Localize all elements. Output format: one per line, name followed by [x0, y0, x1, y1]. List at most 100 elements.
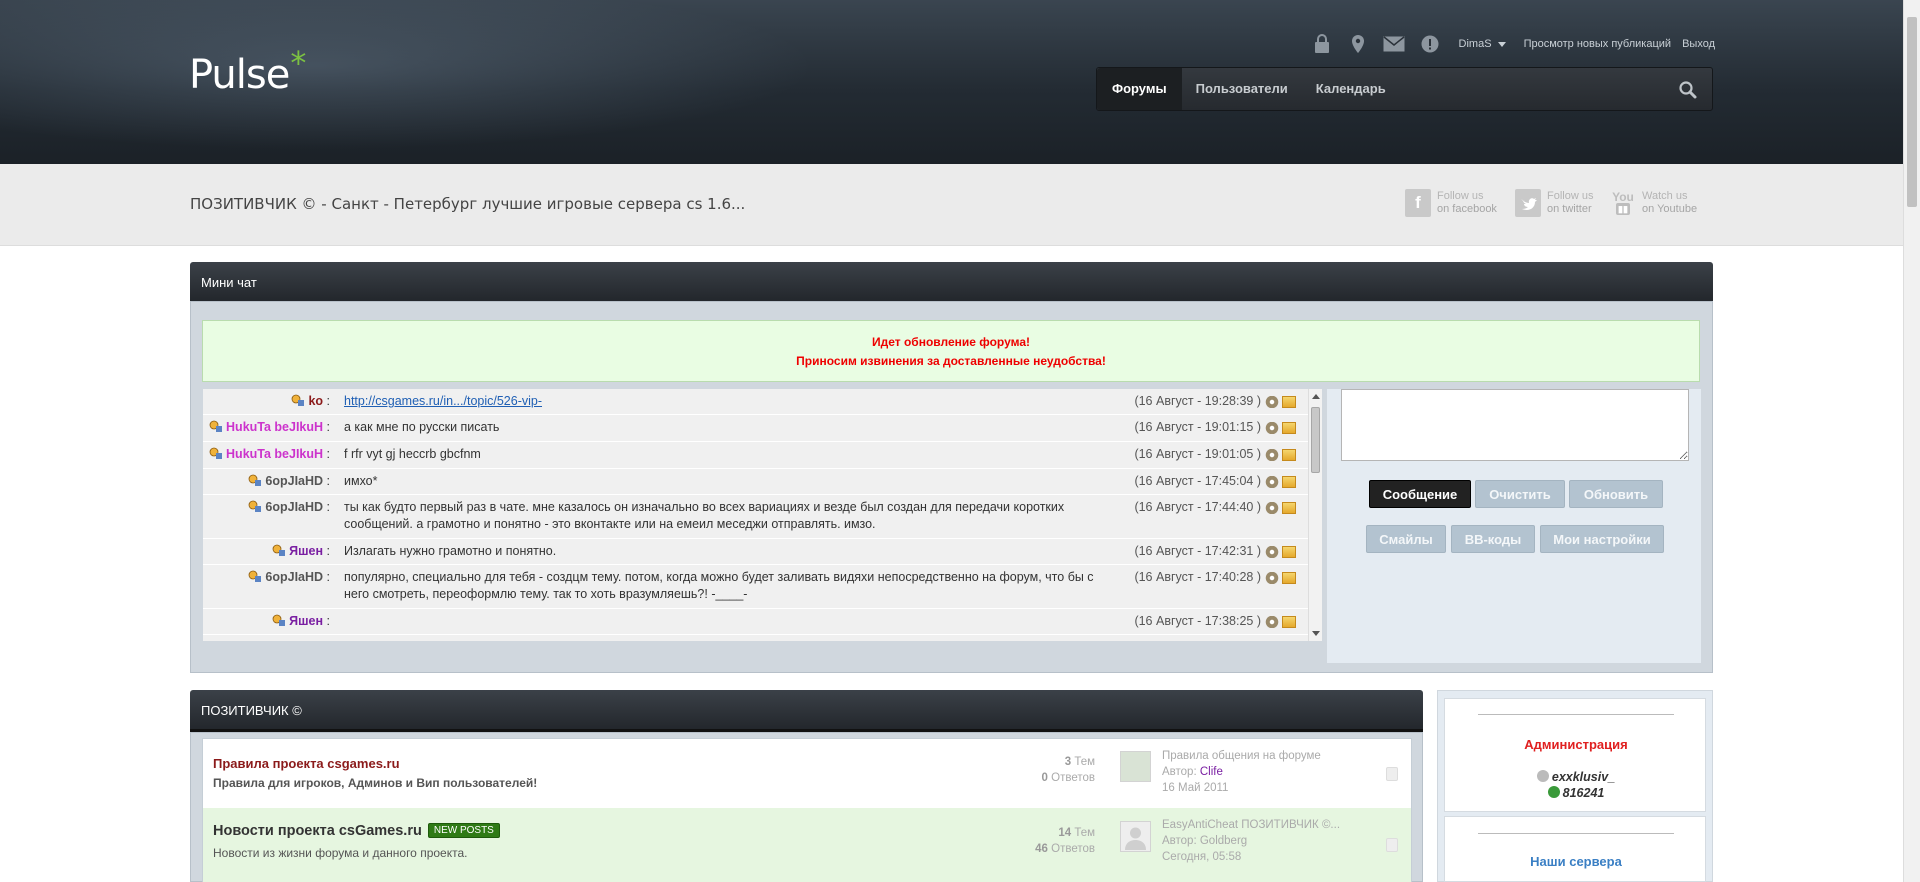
gear-icon[interactable] [1265, 449, 1279, 461]
envelope-icon[interactable] [1282, 546, 1296, 558]
chat-scrollbar[interactable] [1308, 389, 1322, 641]
author-name: Яшен [289, 544, 324, 558]
message-time: (16 Август - 17:40:28 ) [1134, 570, 1261, 584]
page-scroll-thumb[interactable] [1907, 17, 1917, 207]
separator: : [323, 420, 330, 434]
last-post-author[interactable]: Clife [1200, 766, 1223, 778]
tab-users[interactable]: Пользователи [1182, 68, 1302, 110]
go-to-last-post-icon[interactable] [1386, 838, 1398, 852]
tab-forums[interactable]: Форумы [1097, 68, 1182, 110]
scroll-thumb[interactable] [1311, 407, 1320, 473]
main-nav: Форумы Пользователи Календарь [1096, 67, 1713, 111]
envelope-icon[interactable] [1282, 449, 1296, 461]
envelope-icon[interactable] [1282, 616, 1296, 628]
servers-box: Наши сервера [1444, 816, 1706, 882]
smiles-button[interactable]: Смайлы [1366, 525, 1446, 553]
admin-user[interactable]: 816241 [1445, 786, 1707, 800]
forum-stats: 14 Тем 46 Ответов [1035, 825, 1095, 857]
twitter-follow[interactable]: Follow us on twitter [1515, 189, 1593, 217]
message-author[interactable]: Яшен : [203, 613, 336, 634]
alert-icon[interactable] [1419, 33, 1441, 55]
clear-button[interactable]: Очистить [1475, 480, 1565, 508]
page-scrollbar[interactable] [1903, 0, 1920, 882]
user-icon [1536, 770, 1549, 782]
message-author[interactable]: HukuTa beJIkuH : [203, 419, 336, 441]
logout-link[interactable]: Выход [1682, 38, 1715, 50]
user-menu[interactable]: DimaS [1459, 38, 1506, 50]
message-author[interactable]: 6opJIaHD : [203, 473, 336, 494]
separator: : [323, 544, 330, 558]
last-post-title[interactable]: EasyAntiCheat ПОЗИТИВЧИК ©... [1162, 817, 1340, 833]
gear-icon[interactable] [1265, 546, 1279, 558]
message-time: (16 Август - 17:42:31 ) [1134, 544, 1261, 558]
facebook-icon: f [1405, 189, 1431, 217]
separator: : [323, 474, 330, 488]
message-actions [1261, 446, 1308, 468]
chat-message: 6opJIaHD : имхо* (16 Август - 17:45:04 ) [203, 469, 1308, 495]
chat-message: ko : http://csgames.ru/in.../topic/526-vi… [203, 389, 1308, 415]
gear-icon [1547, 786, 1560, 798]
refresh-button[interactable]: Обновить [1569, 480, 1663, 508]
chat-message: 6opJIaHD : ты как будто первый раз в чате… [203, 495, 1308, 539]
gear-icon[interactable] [1265, 502, 1279, 514]
author-name: HukuTa beJIkuH [226, 447, 324, 461]
my-settings-button[interactable]: Мои настройки [1540, 525, 1664, 553]
bbcodes-button[interactable]: BB-коды [1451, 525, 1535, 553]
tab-calendar[interactable]: Календарь [1302, 68, 1400, 110]
message-time: (16 Август - 17:38:25 ) [1134, 614, 1261, 628]
last-post-author[interactable]: Goldberg [1200, 835, 1247, 847]
facebook-line1: Follow us [1437, 190, 1484, 202]
last-post-avatar[interactable] [1120, 751, 1151, 782]
go-to-last-post-icon[interactable] [1386, 767, 1398, 781]
lock-icon[interactable] [1311, 33, 1333, 55]
location-pin-icon[interactable] [1347, 33, 1369, 55]
replies-count: 0 [1041, 772, 1048, 784]
search-icon[interactable] [1678, 80, 1698, 100]
message-author[interactable]: ko : [203, 393, 336, 414]
facebook-follow[interactable]: f Follow us on facebook [1405, 189, 1497, 217]
gear-icon[interactable] [1265, 572, 1279, 584]
scroll-up-icon[interactable] [1312, 394, 1320, 399]
mail-icon[interactable] [1383, 33, 1405, 55]
view-new-link[interactable]: Просмотр новых публикаций [1524, 38, 1672, 50]
replies-label: Ответов [1051, 843, 1095, 855]
message-author[interactable]: HukuTa beJIkuH : [203, 446, 336, 468]
youtube-follow[interactable]: You ▮▮ Watch us on Youtube [1610, 189, 1697, 217]
message-author[interactable]: 6opJIaHD : [203, 569, 336, 608]
message-actions [1261, 473, 1308, 494]
envelope-icon[interactable] [1282, 396, 1296, 408]
message-author[interactable]: 6opJIaHD : [203, 499, 336, 538]
youtube-icon: You ▮▮ [1612, 190, 1634, 215]
envelope-icon[interactable] [1282, 572, 1296, 584]
topics-count: 14 [1058, 827, 1072, 839]
envelope-icon[interactable] [1282, 476, 1296, 488]
message-time: (16 Август - 17:44:40 ) [1134, 500, 1261, 514]
forum-name-text[interactable]: Новости проекта csGames.ru [213, 823, 422, 839]
notice-line-1: Идет обновление форума! [871, 335, 1031, 349]
notice-line-2: Приносим извинения за доставленные неудо… [796, 354, 1106, 368]
forum-name[interactable]: Правила проекта csgames.ru [213, 756, 400, 771]
envelope-icon[interactable] [1282, 502, 1296, 514]
gear-icon[interactable] [1265, 616, 1279, 628]
message-author[interactable]: Яшен : [203, 543, 336, 564]
send-button[interactable]: Сообщение [1369, 480, 1471, 508]
user-avatar-icon [271, 544, 286, 557]
gear-icon[interactable] [1265, 396, 1279, 408]
servers-title: Наши сервера [1530, 854, 1622, 869]
chat-message-input[interactable] [1341, 389, 1689, 461]
message-text[interactable]: http://csgames.ru/in.../topic/526-vip- [336, 393, 1124, 414]
last-post-title[interactable]: Правила общения на форуме [1162, 748, 1321, 764]
separator: : [323, 500, 330, 514]
forum-name[interactable]: Новости проекта csGames.ru NEW POSTS [213, 823, 500, 839]
message-actions [1261, 613, 1308, 634]
scroll-down-icon[interactable] [1312, 631, 1320, 636]
gear-icon[interactable] [1265, 422, 1279, 434]
admin-user[interactable]: exxklusiv_ [1445, 770, 1707, 784]
last-post-avatar[interactable] [1120, 821, 1151, 852]
gear-icon[interactable] [1265, 476, 1279, 488]
forum-stats: 3 Тем 0 Ответов [1042, 754, 1095, 786]
message-text: а как мне по русски писать [344, 420, 500, 434]
last-post-info: Правила общения на форуме Автор: Clife 1… [1162, 748, 1321, 796]
site-logo[interactable]: Pulse* [189, 44, 306, 98]
envelope-icon[interactable] [1282, 422, 1296, 434]
